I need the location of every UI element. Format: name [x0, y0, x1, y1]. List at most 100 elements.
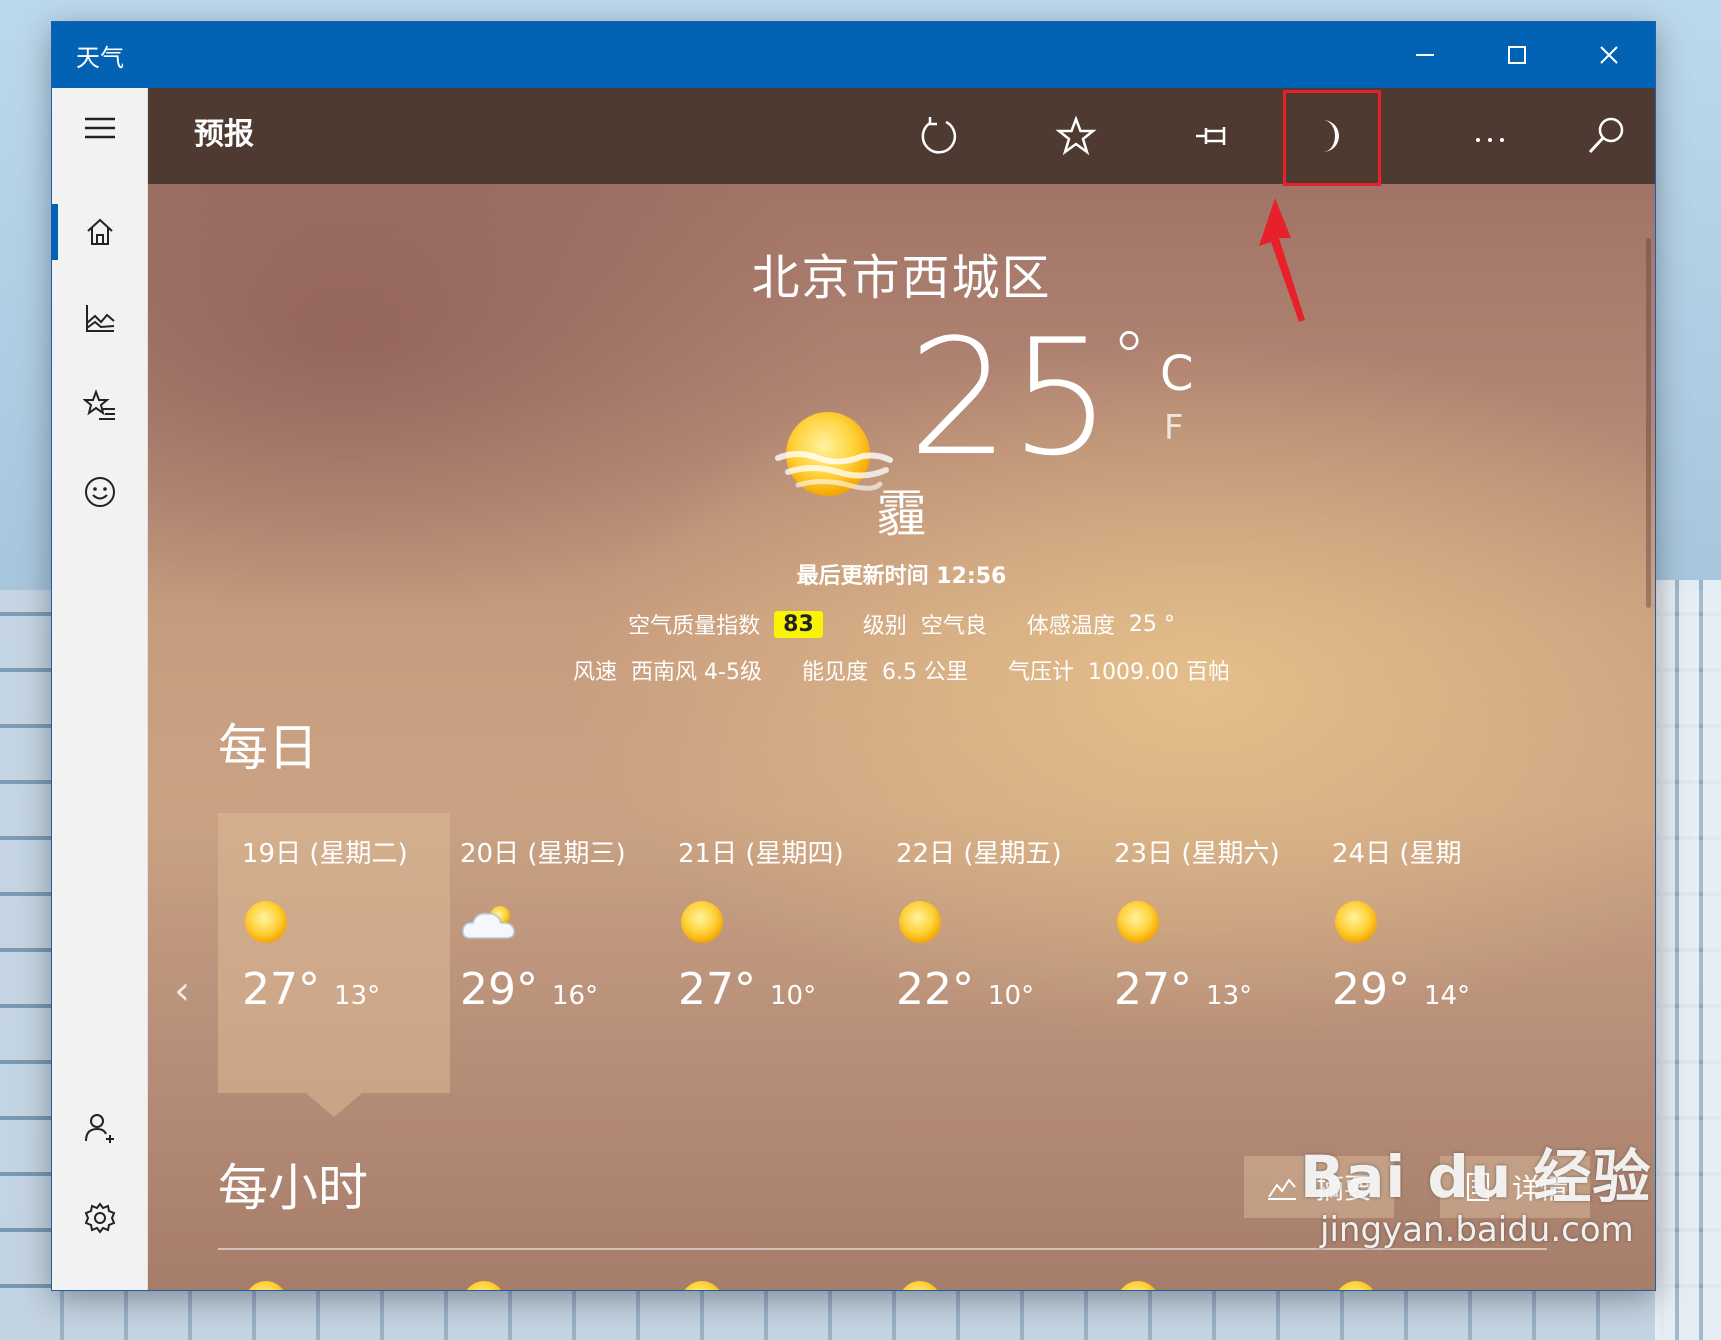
location-name: 北京市西城区 [751, 250, 1052, 306]
star-list-icon [83, 389, 115, 420]
visibility-metric: 能见度 6.5 公里 [802, 654, 968, 686]
day-high: 22° [896, 964, 974, 1015]
maximize-icon [1508, 46, 1526, 64]
unit-fahrenheit-toggle[interactable]: F [1164, 408, 1184, 448]
visibility-value: 6.5 公里 [881, 660, 968, 685]
day-low: 10° [988, 981, 1035, 1011]
weather-app-window: 天气 预报 北京市西城区 25° C F 霾 最后更新时间 12:56 空气质量… [52, 22, 1655, 1290]
nav-item-life[interactable] [52, 452, 148, 532]
hamburger-menu-button[interactable] [52, 88, 148, 168]
last-updated: 最后更新时间 12:56 [796, 564, 1007, 589]
app-bar: 预报 [148, 88, 1655, 186]
nav-item-forecast[interactable] [52, 192, 148, 272]
wind-value: 西南风 4-5级 [631, 660, 762, 685]
day-card[interactable]: 22日 (星期五) 22° 10° [872, 813, 1104, 1093]
search-button[interactable] [1559, 88, 1655, 184]
pin-icon [1196, 127, 1226, 145]
condition-text: 霾 [876, 485, 927, 543]
moon-icon [1323, 120, 1339, 152]
level-value: 空气良 [920, 614, 987, 639]
day-low: 13° [1206, 981, 1253, 1011]
sun-icon [684, 1281, 720, 1290]
day-card[interactable]: 24日 (星期 29° 14° [1308, 813, 1508, 1093]
day-card[interactable]: 19日 (星期二) 27° 13° [218, 813, 450, 1117]
refresh-icon [921, 117, 957, 154]
favorite-button[interactable] [1007, 88, 1145, 184]
nav-item-maps[interactable] [52, 278, 148, 358]
hamburger-icon [85, 117, 115, 139]
minimize-button[interactable] [1379, 22, 1471, 88]
feels-like-value: 25 ° [1128, 611, 1175, 637]
unit-celsius-toggle[interactable]: C [1160, 346, 1194, 402]
day-low: 16° [552, 981, 599, 1011]
visibility-label: 能见度 [801, 660, 868, 685]
day-low: 13° [334, 981, 381, 1011]
nav-item-favorites[interactable] [52, 366, 148, 446]
pressure-value: 1009.00 百帕 [1087, 660, 1230, 685]
day-label: 24日 (星期 [1332, 839, 1462, 869]
more-icon [1476, 138, 1504, 142]
star-icon [1055, 115, 1097, 156]
sun-icon [245, 901, 287, 943]
day-low: 14° [1424, 981, 1471, 1011]
page-title: 预报 [194, 117, 254, 152]
day-high: 27° [242, 964, 320, 1015]
close-icon [1600, 46, 1618, 64]
day-card[interactable]: 23日 (星期六) 27° 13° [1090, 813, 1322, 1093]
day-low: 10° [770, 981, 817, 1011]
metrics-row-1: 空气质量指数 83 级别 空气良 体感温度 25 ° [148, 608, 1655, 640]
account-button[interactable] [52, 1088, 148, 1168]
daily-heading: 每日 [218, 719, 318, 777]
line-chart-icon [1268, 1178, 1296, 1200]
baidu-watermark: Bai du 经验 jingyan.baidu.com [1300, 1130, 1651, 1250]
aqi-badge: 83 [774, 610, 823, 638]
aqi-label: 空气质量指数 [628, 614, 761, 639]
level-label: 级别 [862, 614, 907, 639]
sun-icon [248, 1281, 284, 1290]
day-high: 27° [1114, 964, 1192, 1015]
minimize-icon [1416, 54, 1434, 56]
sun-icon [1335, 901, 1377, 943]
aqi-metric[interactable]: 空气质量指数 83 [628, 608, 823, 640]
window-title: 天气 [76, 43, 124, 72]
more-button[interactable] [1421, 88, 1559, 184]
day-label: 22日 (星期五) [896, 839, 1062, 869]
day-label: 19日 (星期二) [242, 839, 408, 869]
level-metric: 级别 空气良 [863, 608, 987, 640]
cloud-icon [462, 906, 515, 939]
add-user-icon [85, 1114, 114, 1143]
pin-button[interactable] [1145, 88, 1283, 184]
pressure-metric: 气压计 1009.00 百帕 [1008, 654, 1230, 686]
smiley-icon [85, 477, 115, 507]
search-icon [1588, 117, 1624, 154]
feels-like-label: 体感温度 [1026, 614, 1115, 639]
close-button[interactable] [1563, 22, 1655, 88]
sun-icon [899, 901, 941, 943]
active-indicator [52, 204, 58, 260]
daily-forecast-strip: 19日 (星期二) 27° 13° 20日 (星期三) 29° 16° 21日 (星… [218, 813, 1588, 1117]
day-label: 20日 (星期三) [460, 839, 626, 869]
sun-icon [1117, 901, 1159, 943]
hourly-heading: 每小时 [218, 1159, 368, 1217]
nav-rail [52, 88, 148, 1290]
metrics-row-2: 风速 西南风 4-5级 能见度 6.5 公里 气压计 1009.00 百帕 [148, 654, 1655, 686]
chart-icon [86, 305, 115, 332]
maximize-button[interactable] [1471, 22, 1563, 88]
day-high: 29° [460, 964, 538, 1015]
sun-icon [902, 1281, 938, 1290]
day-card[interactable]: 21日 (星期四) 27° 10° [654, 813, 886, 1093]
sun-icon [1120, 1281, 1156, 1290]
annotation-arrow [1259, 198, 1305, 322]
settings-button[interactable] [52, 1178, 148, 1258]
refresh-button[interactable] [869, 88, 1007, 184]
prev-days-button[interactable]: ‹ [174, 968, 190, 1014]
watermark-logo-text: Bai du 经验 [1300, 1143, 1652, 1211]
home-icon [87, 218, 113, 245]
title-bar: 天气 [52, 22, 1655, 88]
day-card[interactable]: 20日 (星期三) 29° 16° [436, 813, 668, 1093]
day-label: 23日 (星期六) [1114, 839, 1280, 869]
gear-icon [84, 1202, 116, 1234]
wind-label: 风速 [573, 660, 618, 685]
dark-mode-button[interactable] [1283, 88, 1421, 186]
wind-metric: 风速 西南风 4-5级 [573, 654, 762, 686]
